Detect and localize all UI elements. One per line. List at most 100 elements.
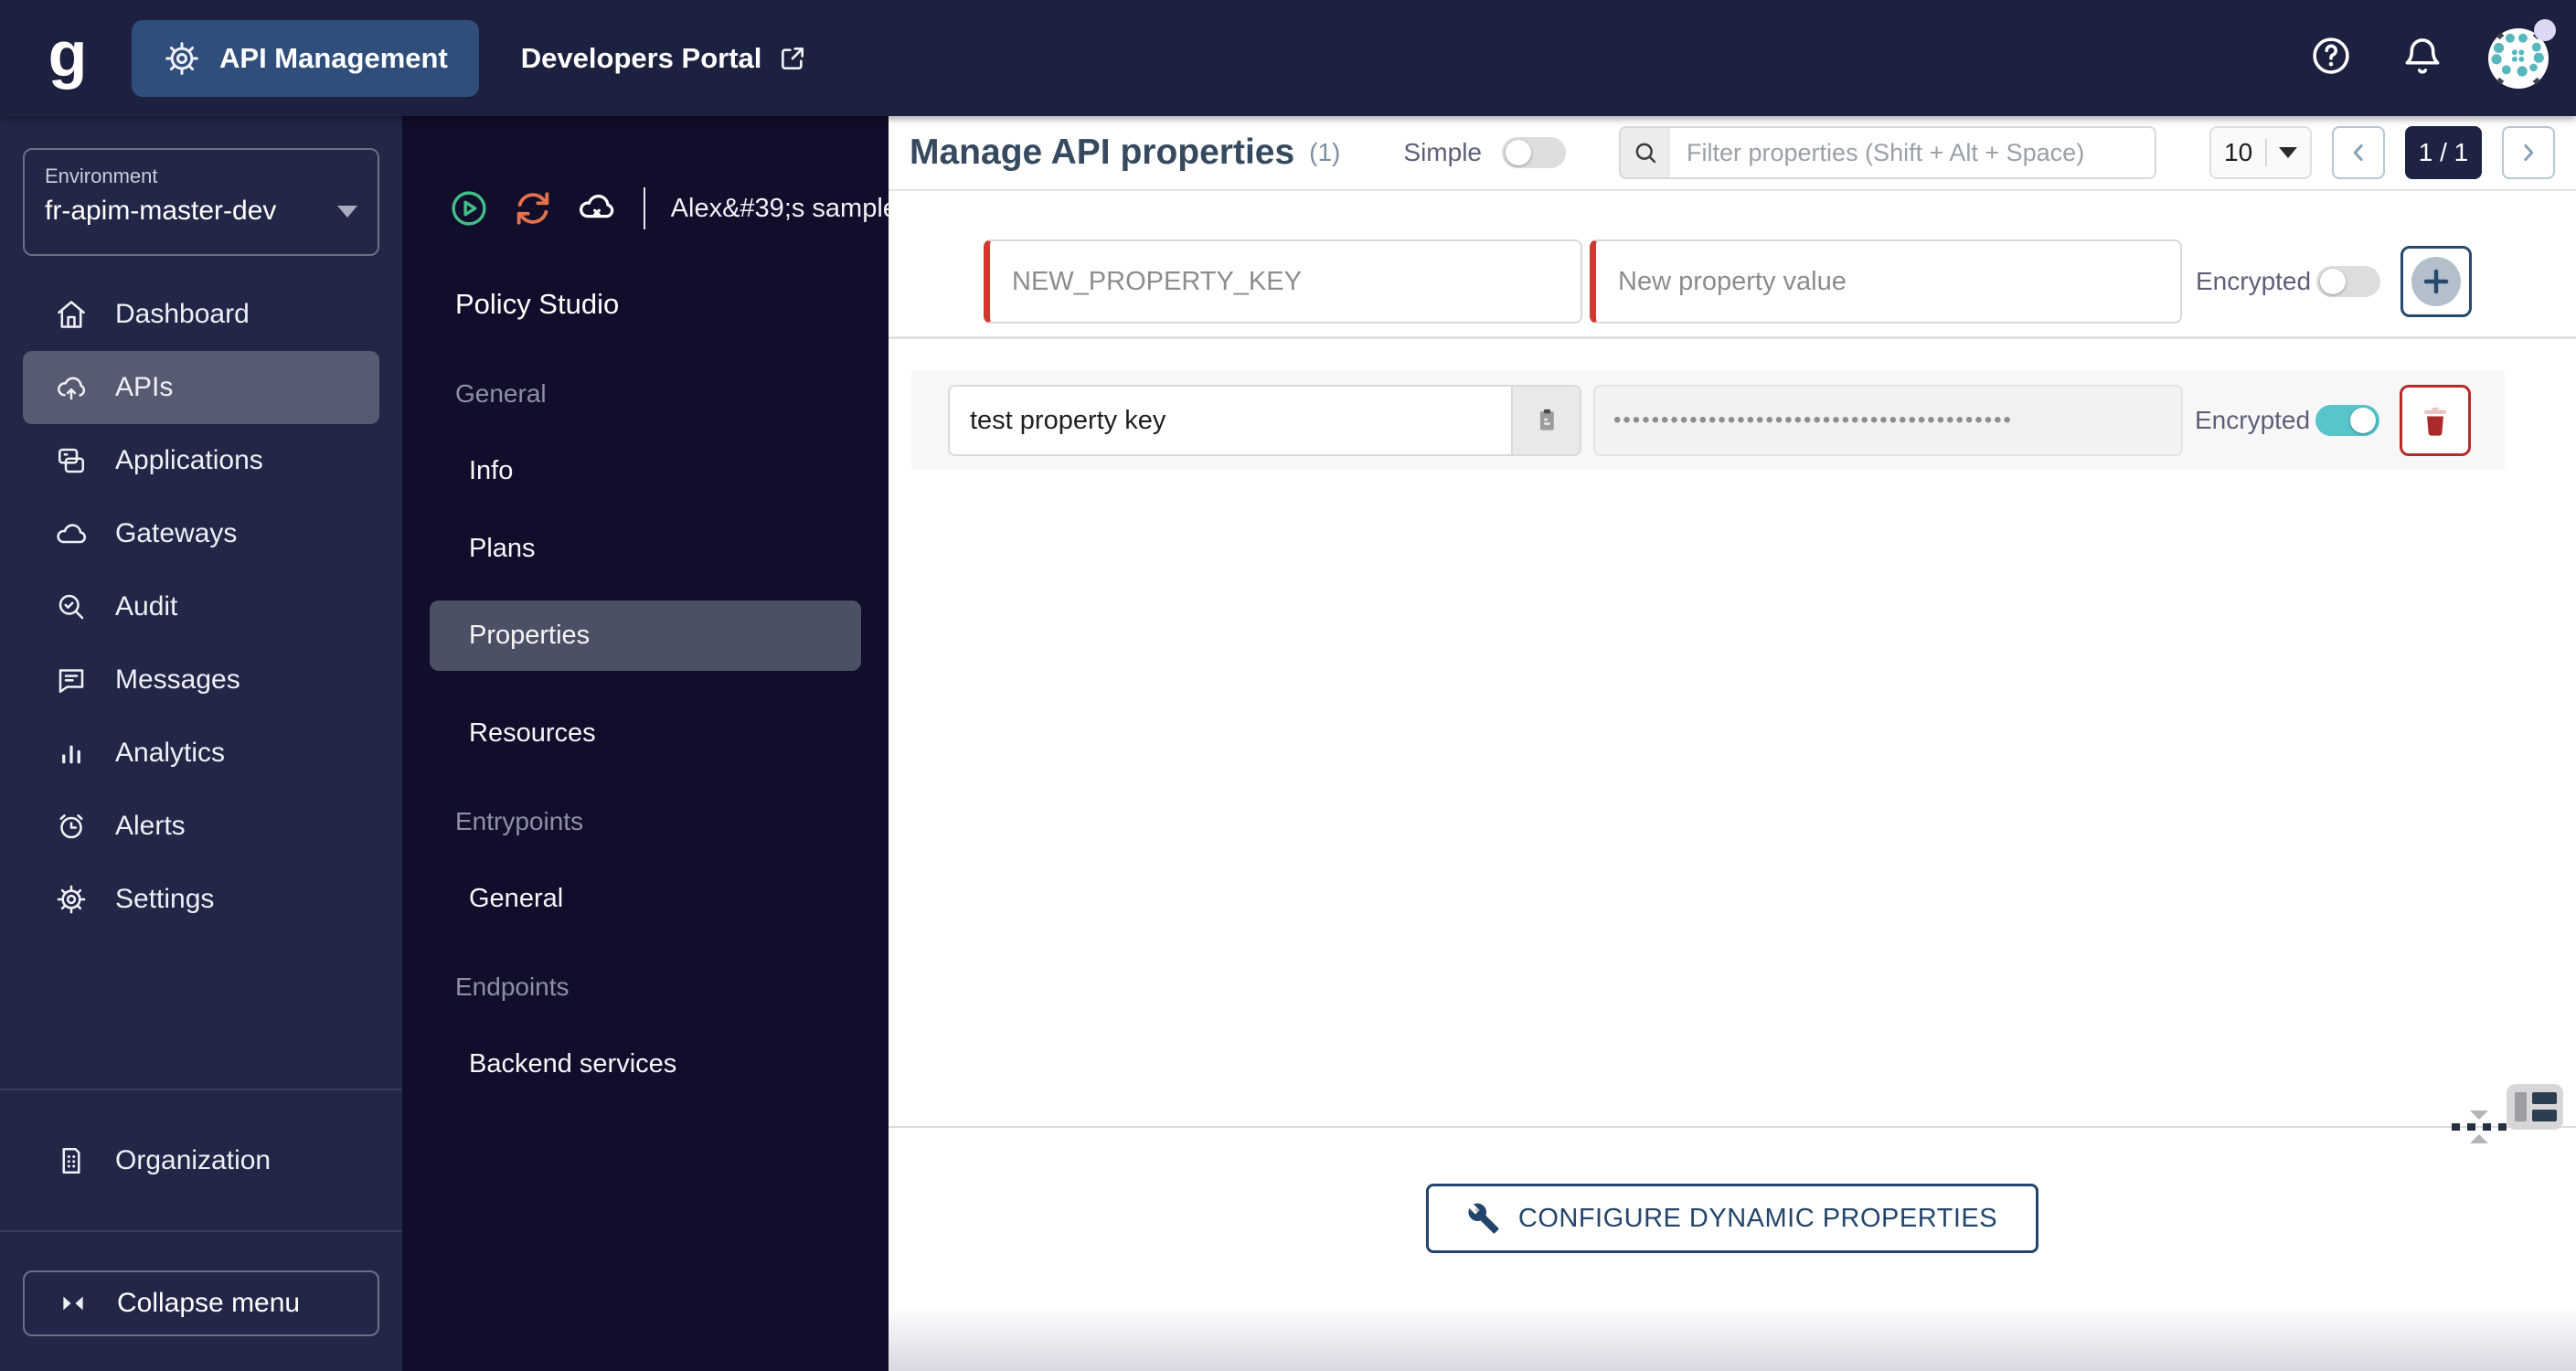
nav-item-properties[interactable]: Properties xyxy=(430,600,861,671)
divider xyxy=(0,1230,402,1232)
sidebar-menu: Dashboard APIs Applications Gateways Aud… xyxy=(0,278,402,936)
trash-icon xyxy=(2424,407,2446,436)
organization-icon xyxy=(55,1144,88,1177)
sidebar-item-settings[interactable]: Settings xyxy=(0,863,402,936)
cloud-unpublished-icon[interactable] xyxy=(576,187,618,229)
user-avatar[interactable] xyxy=(2488,18,2556,89)
page-title: Manage API properties xyxy=(910,133,1295,172)
section-title-general: General xyxy=(455,379,547,408)
add-property-button[interactable] xyxy=(2400,246,2472,317)
toggle-knob xyxy=(2350,408,2376,433)
nav-item-entrypoints-general[interactable]: General xyxy=(402,884,889,914)
sidebar-item-audit[interactable]: Audit xyxy=(0,570,402,643)
resize-handle[interactable] xyxy=(2452,1111,2507,1143)
sidebar-item-applications[interactable]: Applications xyxy=(0,424,402,497)
sidebar-item-gateways[interactable]: Gateways xyxy=(0,497,402,570)
cloud-upload-icon xyxy=(55,371,88,404)
divider xyxy=(2264,139,2267,166)
properties-panel: Manage API properties (1) Simple 10 1 / … xyxy=(889,116,2576,1371)
sync-deploy-icon[interactable] xyxy=(512,187,554,229)
filter-properties-box xyxy=(1619,126,2156,179)
previous-page-button[interactable] xyxy=(2332,126,2385,179)
next-page-button[interactable] xyxy=(2502,126,2555,179)
start-api-icon[interactable] xyxy=(448,187,490,229)
section-title-entrypoints: Entrypoints xyxy=(455,807,584,835)
sidebar-item-messages[interactable]: Messages xyxy=(0,643,402,717)
sidebar-item-apis[interactable]: APIs xyxy=(23,351,379,424)
new-property-key-input[interactable] xyxy=(984,239,1582,324)
filter-properties-input[interactable] xyxy=(1670,128,2155,177)
gravitee-console: g API Management Developers Portal Envir… xyxy=(0,0,2576,1371)
sidebar-item-label: Settings xyxy=(115,884,215,914)
nav-item-resources[interactable]: Resources xyxy=(402,718,889,749)
delete-property-button[interactable] xyxy=(2400,385,2471,456)
search-icon xyxy=(1621,128,1670,177)
triangle-up-icon xyxy=(2470,1134,2488,1143)
api-sidebar: Alex&#39;s sample … Policy Studio Genera… xyxy=(402,116,889,1371)
bell-icon xyxy=(2400,33,2445,83)
divider xyxy=(644,187,645,229)
sidebar-item-alerts[interactable]: Alerts xyxy=(0,790,402,863)
topbar: g API Management Developers Portal xyxy=(0,0,2576,116)
audit-search-icon xyxy=(55,590,88,623)
simple-toggle-label: Simple xyxy=(1403,138,1482,166)
triangle-down-icon xyxy=(2470,1111,2488,1120)
divider xyxy=(889,1126,2576,1128)
sidebar-item-label: Organization xyxy=(115,1144,271,1175)
bottom-gradient-strip xyxy=(889,1311,2576,1371)
sidebar-footer: Organization Collapse menu xyxy=(0,1089,402,1371)
applications-icon xyxy=(55,444,88,477)
collapse-menu-button[interactable]: Collapse menu xyxy=(23,1270,379,1336)
simple-toggle[interactable] xyxy=(1502,137,1566,168)
rows-per-page-select[interactable]: 10 xyxy=(2209,126,2312,179)
cloud-icon xyxy=(55,517,88,550)
encrypted-label: Encrypted xyxy=(2195,406,2311,434)
environment-sidebar: Environment fr-apim-master-dev Dashboard… xyxy=(0,116,402,1371)
sidebar-item-label: Messages xyxy=(115,664,240,695)
developers-portal-label: Developers Portal xyxy=(520,41,762,74)
nav-item-policy-studio[interactable]: Policy Studio xyxy=(402,235,889,321)
properties-count: (1) xyxy=(1309,138,1341,166)
chevron-down-icon xyxy=(2279,147,2297,158)
new-property-value-input[interactable] xyxy=(1590,239,2182,324)
collapse-menu-label: Collapse menu xyxy=(117,1288,301,1318)
new-property-encrypted-toggle[interactable] xyxy=(2316,266,2380,297)
help-button[interactable] xyxy=(2307,35,2355,82)
property-encrypted-toggle[interactable] xyxy=(2315,405,2379,436)
api-name: Alex&#39;s sample … xyxy=(670,193,889,223)
property-value-masked: ••••••••••••••••••••••••••••••••••••••••… xyxy=(1593,385,2183,456)
section-title-endpoints: Endpoints xyxy=(455,972,569,1001)
sidebar-item-analytics[interactable]: Analytics xyxy=(0,717,402,790)
sidebar-item-label: Audit xyxy=(115,591,178,622)
environment-value: fr-apim-master-dev xyxy=(45,196,277,226)
nav-item-info[interactable]: Info xyxy=(402,456,889,486)
avatar-status-badge xyxy=(2534,18,2556,41)
nav-item-backend-services[interactable]: Backend services xyxy=(402,1049,889,1079)
external-link-icon xyxy=(776,44,809,73)
copy-to-clipboard-button[interactable] xyxy=(1511,387,1580,454)
layout-panel-icon[interactable] xyxy=(2507,1084,2563,1130)
api-management-button[interactable]: API Management xyxy=(132,19,479,97)
environment-label: Environment xyxy=(45,165,158,187)
sidebar-item-label: Gateways xyxy=(115,518,238,548)
collapse-icon xyxy=(57,1288,90,1319)
split-divider xyxy=(889,1084,2576,1143)
gravitee-logo[interactable]: g xyxy=(38,17,97,90)
divider xyxy=(889,336,2576,339)
configure-dynamic-properties-button[interactable]: CONFIGURE DYNAMIC PROPERTIES xyxy=(1425,1184,2039,1253)
sidebar-item-label: Applications xyxy=(115,445,263,475)
environment-selector[interactable]: Environment fr-apim-master-dev xyxy=(23,148,379,256)
developers-portal-link[interactable]: Developers Portal xyxy=(521,42,810,75)
sidebar-item-dashboard[interactable]: Dashboard xyxy=(0,278,402,351)
sidebar-item-organization[interactable]: Organization xyxy=(0,1090,402,1230)
rows-per-page-value: 10 xyxy=(2224,138,2253,166)
sidebar-item-label: APIs xyxy=(115,372,174,402)
notifications-button[interactable] xyxy=(2399,35,2446,82)
chevron-right-icon xyxy=(2524,144,2534,161)
property-key-input[interactable] xyxy=(950,387,1511,454)
message-icon xyxy=(55,664,88,696)
drag-dots-icon xyxy=(2452,1123,2507,1131)
nav-item-plans[interactable]: Plans xyxy=(402,534,889,564)
plus-icon xyxy=(2411,257,2461,306)
sidebar-item-label: Analytics xyxy=(115,738,226,768)
